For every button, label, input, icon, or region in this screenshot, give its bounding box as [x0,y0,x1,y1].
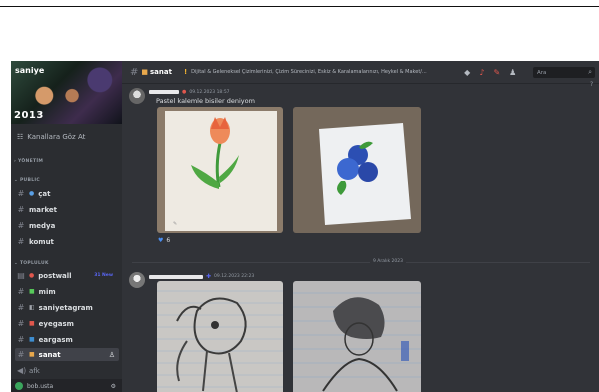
palette-icon: ■ [141,68,149,76]
members-icon[interactable]: ♟ [509,68,516,77]
blue-heart-icon: ♥ [158,237,164,244]
message-header: ✚ 09.12.2023 22:23 [149,273,254,280]
settings-gear-icon[interactable]: ⚙ [111,383,116,390]
hash-icon: # [17,189,25,198]
role-icon: ✚ [206,273,212,280]
attachment-image-tulip[interactable]: ✎ [157,107,283,233]
browse-channels-icon: ☷ [17,133,24,141]
server-name: saniye [15,66,45,75]
channel-sanat[interactable]: # ■ sanat ♙ [15,348,119,361]
chat-area: # ■ sanat ! Dijital & Geleneksel Çizimle… [122,61,599,392]
palette-icon: ■ [29,351,35,358]
channel-sidebar: saniye 2013 ☷ Kanallara Göz At › YÖNETİM… [11,61,122,392]
hash-icon: # [17,303,25,312]
attachment-image-blueberries[interactable] [293,107,421,233]
camera-icon: ◧ [29,304,35,311]
server-banner[interactable]: saniye 2013 [11,61,122,124]
hash-icon: # [17,350,25,359]
pushpin-icon: ● [29,272,35,279]
category-public[interactable]: ⌄ PUBLIC [14,178,40,183]
reaction-heart[interactable]: ♥ 6 [158,237,170,244]
channel-mim[interactable]: # ■ mim [15,285,119,298]
channel-saniyetagram[interactable]: # ◧ saniyetagram [15,301,119,314]
message-text: Pastel kalemle bisiler deniyom [156,97,255,105]
category-yonetim[interactable]: › YÖNETİM [14,159,43,164]
channel-header: # ■ sanat ! Dijital & Geleneksel Çizimle… [122,61,599,84]
blue-square-icon: ■ [29,336,35,343]
hash-icon: # [130,66,139,78]
redacted-username[interactable] [149,90,179,94]
channel-market[interactable]: # market [15,203,119,216]
voice-channel-afk[interactable]: ◀) afk [15,364,119,377]
red-square-icon: ■ [29,320,35,327]
mute-bell-icon[interactable]: ♪ [479,68,484,77]
hash-icon: # [17,287,25,296]
forum-icon: ▤ [17,271,25,280]
attachment-image-animatronic-sketch[interactable] [157,281,283,392]
user-avatar[interactable] [15,382,23,390]
channel-cat[interactable]: # ● çat [15,187,119,200]
channel-eargasm[interactable]: # ■ eargasm [15,333,119,346]
add-member-icon[interactable]: ♙ [109,351,115,359]
hash-icon: # [17,205,25,214]
message-timestamp: 09.12.2023 18:57 [189,89,230,95]
message-timestamp: 09.12.2023 22:23 [214,274,255,279]
role-icon: ● [182,89,187,95]
threads-icon[interactable]: ◆ [464,68,470,77]
top-border [0,6,599,7]
help-icon[interactable]: ? [590,81,593,88]
date-divider-label: 9 Aralık 2023 [370,259,406,264]
svg-text:✎: ✎ [173,221,177,227]
date-divider [132,262,590,263]
user-panel: bob.usta ⚙ [11,379,122,392]
discord-window: saniye 2013 ☷ Kanallara Göz At › YÖNETİM… [11,61,599,392]
channel-topic[interactable]: Dijital & Geleneksel Çizimlerinizi, Çizi… [191,69,456,75]
user-avatar[interactable] [129,272,145,288]
attachment-image-portrait-sketch[interactable] [293,281,421,392]
new-posts-badge: 31 New [94,273,113,278]
browse-channels-button[interactable]: ☷ Kanallara Göz At [11,129,122,145]
search-icon: ⌕ [588,68,592,76]
channel-komut[interactable]: # komut [15,235,119,248]
warning-icon: ! [183,68,188,76]
browse-channels-label: Kanallara Göz At [27,133,86,141]
hash-icon: # [17,319,25,328]
category-topluluk[interactable]: ⌄ TOPLULUK [14,261,49,266]
message-header: ● 09.12.2023 18:57 [149,89,230,95]
channel-postwall[interactable]: ▤ ● postwall 31 New [15,269,119,282]
user-avatar[interactable] [129,88,145,104]
hash-icon: # [17,335,25,344]
channel-medya[interactable]: # medya [15,219,119,232]
hash-icon: # [17,237,25,246]
username: bob.usta [27,382,54,390]
hash-icon: # [17,221,25,230]
channel-eyegasm[interactable]: # ■ eyegasm [15,317,119,330]
redacted-username[interactable] [149,274,203,279]
green-square-icon: ■ [29,288,35,295]
reaction-count: 6 [166,237,171,244]
pin-icon[interactable]: ✎ [493,68,500,77]
channel-name: sanat [150,68,172,76]
speaker-icon: ◀) [17,366,27,375]
search-input[interactable]: Ara ⌕ [533,67,595,78]
banner-year: 2013 [14,110,44,121]
globe-icon: ● [29,190,35,197]
